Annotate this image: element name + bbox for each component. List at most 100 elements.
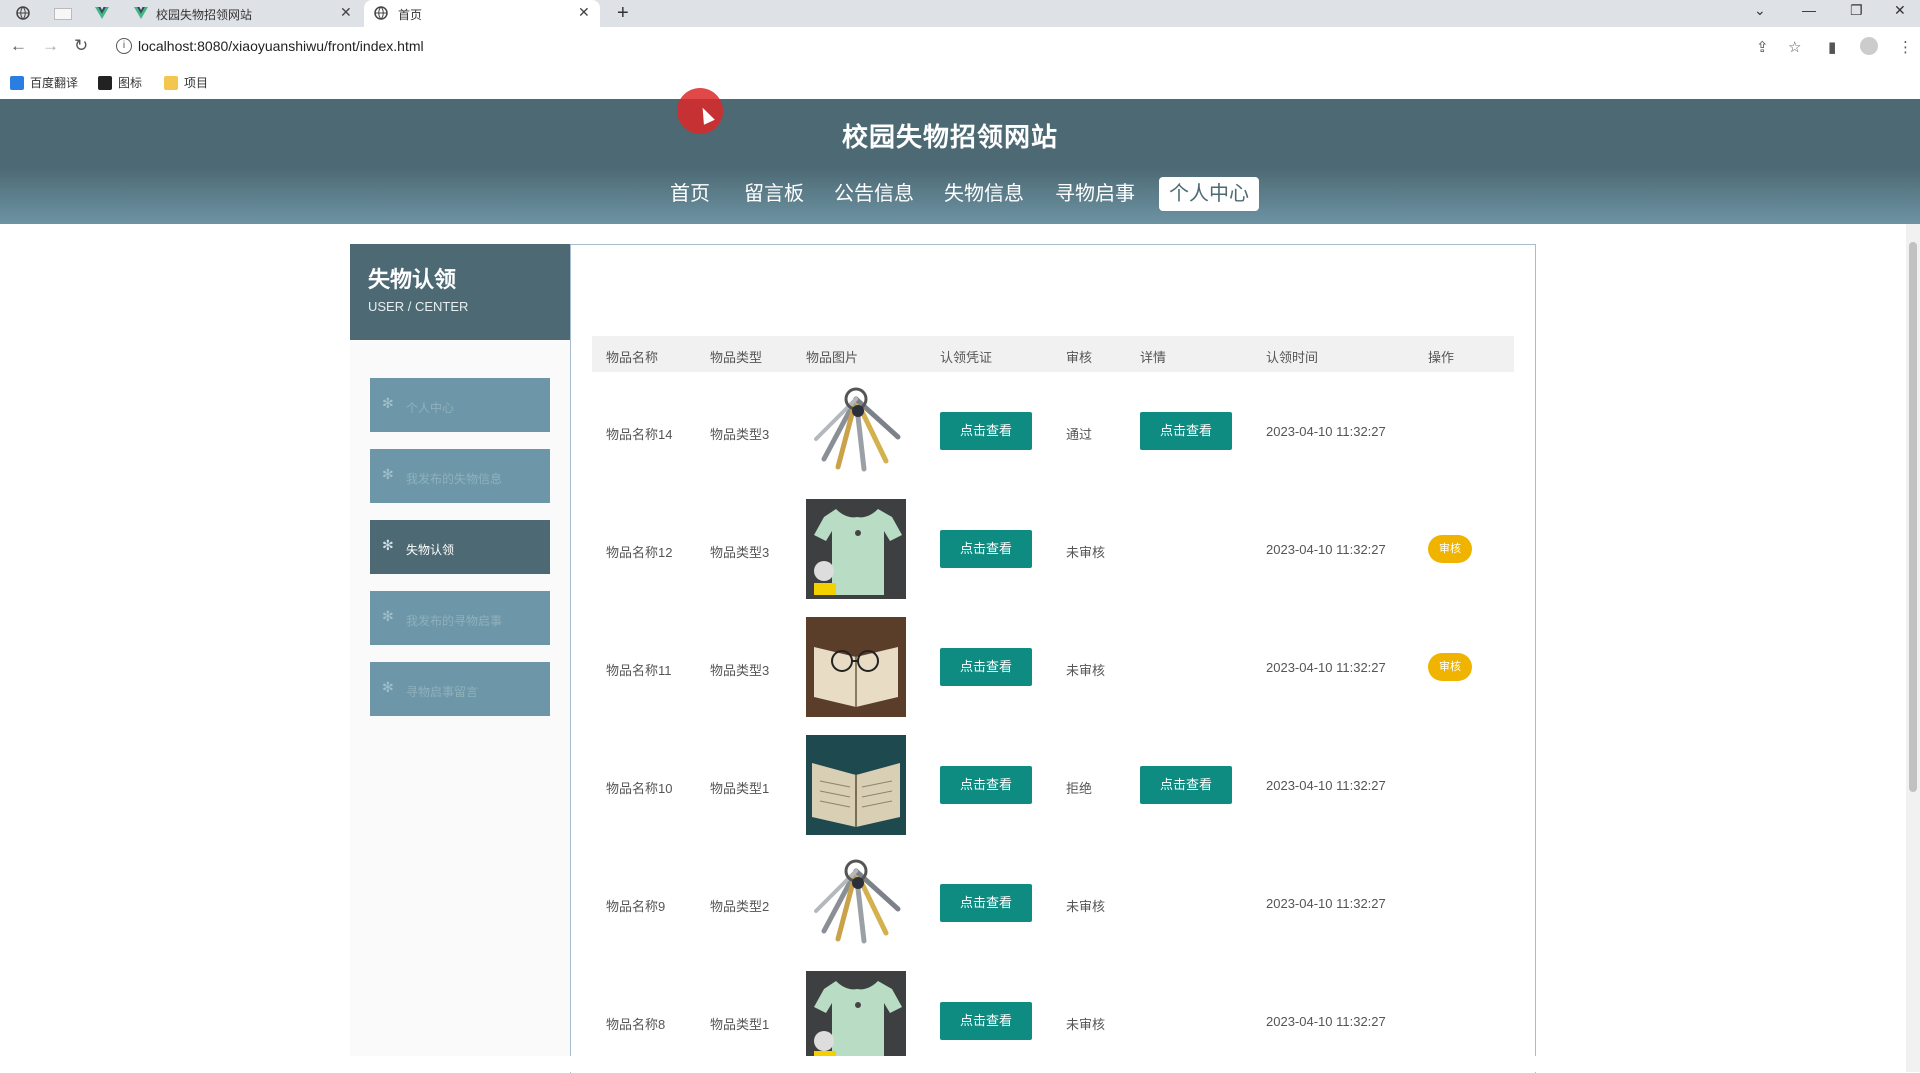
claim-time: 2023-04-10 11:32:27 (1266, 1014, 1386, 1029)
bookmark-item[interactable]: 图标 (98, 74, 142, 91)
vue-icon (134, 6, 148, 20)
profile-avatar[interactable] (1860, 37, 1878, 55)
item-name: 物品名称9 (606, 899, 666, 914)
view-proof-button[interactable]: 点击查看 (940, 766, 1032, 804)
nav-message-board[interactable]: 留言板 (744, 177, 804, 211)
sidebar-item-label: 我发布的寻物启事 (406, 614, 503, 628)
tshirt-image[interactable] (806, 499, 906, 599)
review-status: 未审核 (1066, 545, 1106, 560)
sidebar-item-label: 寻物启事留言 (406, 685, 479, 699)
view-detail-button[interactable]: 点击查看 (1140, 412, 1232, 450)
column-header: 认领凭证 (940, 350, 993, 365)
browser-tab-bar: 校园失物招领网站 ✕ 首页 ✕ + ⌄ — ❐ ✕ (0, 0, 1920, 27)
item-type: 物品类型1 (710, 1017, 770, 1032)
claim-time: 2023-04-10 11:32:27 (1266, 896, 1386, 911)
sidebar-item-label: 个人中心 (406, 401, 455, 415)
tab-home[interactable]: 首页 ✕ (364, 0, 600, 27)
side-panel-icon[interactable]: ▮ (1828, 38, 1836, 56)
snowflake-icon: ✻ (382, 608, 394, 624)
column-header: 操作 (1428, 350, 1455, 365)
close-icon[interactable]: ✕ (340, 4, 352, 21)
table-row: 物品名称12 物品类型3 点击查看 未审核 2023-04-10 11:32:2… (592, 490, 1514, 608)
keys-image[interactable] (806, 853, 906, 953)
view-proof-button[interactable]: 点击查看 (940, 884, 1032, 922)
snowflake-icon: ✻ (382, 395, 394, 411)
keys-image[interactable] (806, 381, 906, 481)
forward-arrow-icon[interactable]: → (42, 36, 59, 56)
sidebar-header: 失物认领 USER / CENTER (350, 244, 570, 340)
sidebar-item-label: 失物认领 (406, 543, 455, 557)
globe-icon[interactable] (16, 6, 30, 20)
item-name: 物品名称10 (606, 781, 673, 796)
snowflake-icon: ✻ (382, 679, 394, 695)
column-header: 物品图片 (806, 350, 859, 365)
table-row: 物品名称10 物品类型1 点击查看 拒绝 点击查看 2023-04-10 11:… (592, 726, 1514, 844)
table-header: 物品名称 物品类型 物品图片 认领凭证 审核 详情 认领时间 操作 (592, 336, 1514, 372)
review-button[interactable]: 审核 (1428, 535, 1472, 563)
column-header: 物品名称 (606, 350, 659, 365)
star-icon[interactable]: ☆ (1788, 38, 1801, 56)
table-row: 物品名称11 物品类型3 点击查看 未审核 2023-04-10 11:32:2… (592, 608, 1514, 726)
book-image[interactable] (806, 735, 906, 835)
close-icon[interactable]: ✕ (578, 4, 590, 21)
tshirt-image[interactable] (806, 971, 906, 1056)
scrollbar-thumb[interactable] (1909, 242, 1917, 792)
item-type: 物品类型1 (710, 781, 770, 796)
chevron-down-icon[interactable]: ⌄ (1754, 2, 1766, 19)
bookmark-label: 百度翻译 (30, 76, 79, 90)
sidebar-item-my-lost-items[interactable]: ✻ 我发布的失物信息 (370, 449, 550, 503)
tab-lost-found[interactable]: 校园失物招领网站 ✕ (128, 0, 360, 27)
image-icon (98, 76, 112, 90)
reload-icon[interactable]: ↻ (74, 36, 88, 56)
item-name: 物品名称8 (606, 1017, 666, 1032)
sidebar-item-claims[interactable]: ✻ 失物认领 (370, 520, 550, 574)
nav-search-notices[interactable]: 寻物启事 (1055, 177, 1135, 211)
page-bottom (0, 1056, 1906, 1072)
snowflake-icon: ✻ (382, 537, 394, 553)
sidebar-item-user-center[interactable]: ✻ 个人中心 (370, 378, 550, 432)
review-status: 未审核 (1066, 1017, 1106, 1032)
close-window-icon[interactable]: ✕ (1894, 2, 1906, 19)
review-button[interactable]: 审核 (1428, 653, 1472, 681)
nav-user-center[interactable]: 个人中心 (1159, 177, 1259, 211)
bookmark-folder[interactable]: 项目 (164, 74, 208, 91)
view-proof-button[interactable]: 点击查看 (940, 648, 1032, 686)
restore-icon[interactable]: ❐ (1850, 2, 1863, 19)
glasses-book-image[interactable] (806, 617, 906, 717)
view-detail-button[interactable]: 点击查看 (1140, 766, 1232, 804)
view-proof-button[interactable]: 点击查看 (940, 530, 1032, 568)
folder-icon (164, 76, 178, 90)
view-proof-button[interactable]: 点击查看 (940, 412, 1032, 450)
claim-time: 2023-04-10 11:32:27 (1266, 542, 1386, 557)
table-row: 物品名称14 物品类型3 点击查看 通过 点击查看 2023-04-10 11:… (592, 372, 1514, 490)
column-header: 审核 (1066, 350, 1093, 365)
review-status: 通过 (1066, 427, 1093, 442)
item-name: 物品名称11 (606, 663, 672, 678)
view-proof-button[interactable]: 点击查看 (940, 1002, 1032, 1040)
nav-announcements[interactable]: 公告信息 (834, 177, 914, 211)
site-title: 校园失物招领网站 (841, 122, 1058, 152)
url-field[interactable]: i localhost:8080/xiaoyuanshiwu/front/ind… (112, 34, 1812, 60)
item-type: 物品类型3 (710, 663, 770, 678)
sidebar-item-label: 我发布的失物信息 (406, 472, 503, 486)
bookmark-item[interactable]: 百度翻译 (10, 74, 78, 91)
scrollbar[interactable] (1906, 224, 1920, 1072)
review-status: 未审核 (1066, 663, 1106, 678)
sidebar-item-my-search-notices[interactable]: ✻ 我发布的寻物启事 (370, 591, 550, 645)
back-arrow-icon[interactable]: ← (10, 36, 27, 56)
menu-dots-icon[interactable]: ⋮ (1898, 38, 1913, 56)
site-header: 校园失物招领网站 首页 留言板 公告信息 失物信息 寻物启事 个人中心 (0, 99, 1920, 224)
claim-time: 2023-04-10 11:32:27 (1266, 778, 1386, 793)
review-status: 未审核 (1066, 899, 1106, 914)
sidebar-item-notice-comments[interactable]: ✻ 寻物启事留言 (370, 662, 550, 716)
table-row: 物品名称8 物品类型1 点击查看 未审核 2023-04-10 11:32:27 (592, 962, 1514, 1056)
url-text: localhost:8080/xiaoyuanshiwu/front/index… (138, 38, 424, 54)
nav-home[interactable]: 首页 (670, 177, 710, 211)
info-icon[interactable]: i (116, 38, 132, 54)
vue-icon[interactable] (95, 6, 109, 20)
minimize-icon[interactable]: — (1802, 2, 1816, 18)
share-icon[interactable]: ⇪ (1756, 38, 1769, 56)
blank-tab-icon[interactable] (54, 8, 72, 20)
new-tab-icon[interactable]: + (617, 2, 629, 25)
nav-lost-items[interactable]: 失物信息 (944, 177, 1024, 211)
